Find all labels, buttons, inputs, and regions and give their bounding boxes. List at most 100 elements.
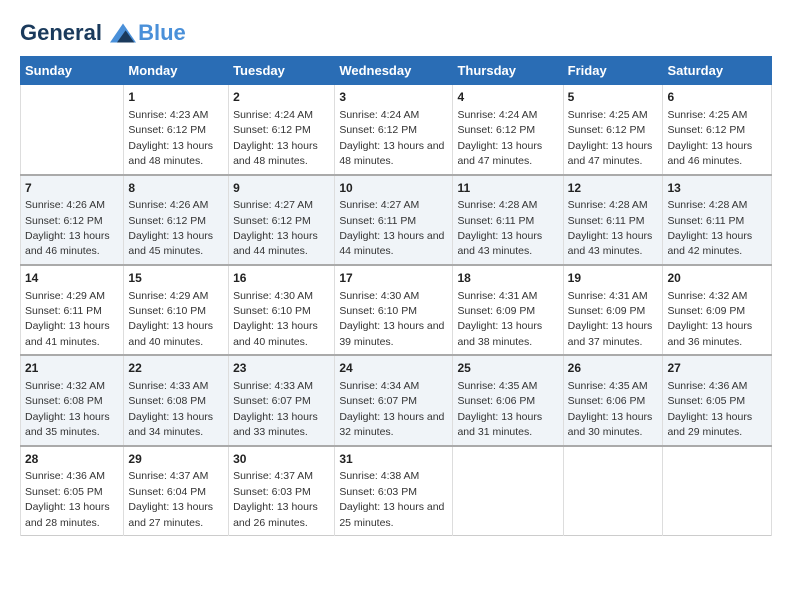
daylight-text: Daylight: 13 hours and 29 minutes. — [667, 411, 752, 438]
page-header: General Blue — [20, 20, 772, 46]
sunset-text: Sunset: 6:08 PM — [25, 395, 103, 407]
day-number: 9 — [233, 180, 330, 197]
sunset-text: Sunset: 6:10 PM — [339, 305, 417, 317]
daylight-text: Daylight: 13 hours and 46 minutes. — [667, 140, 752, 167]
calendar-cell: 16Sunrise: 4:30 AMSunset: 6:10 PMDayligh… — [229, 265, 335, 355]
day-number: 20 — [667, 270, 767, 287]
sunrise-text: Sunrise: 4:28 AM — [457, 199, 537, 211]
calendar-cell: 9Sunrise: 4:27 AMSunset: 6:12 PMDaylight… — [229, 175, 335, 265]
day-number: 14 — [25, 270, 119, 287]
sunrise-text: Sunrise: 4:35 AM — [457, 380, 537, 392]
day-number: 6 — [667, 89, 767, 106]
sunset-text: Sunset: 6:11 PM — [568, 215, 645, 227]
header-day: Monday — [124, 57, 229, 85]
sunset-text: Sunset: 6:12 PM — [667, 124, 745, 136]
sunset-text: Sunset: 6:11 PM — [25, 305, 102, 317]
daylight-text: Daylight: 13 hours and 44 minutes. — [339, 230, 444, 257]
header-day: Sunday — [21, 57, 124, 85]
sunset-text: Sunset: 6:06 PM — [568, 395, 646, 407]
logo-blue: Blue — [138, 20, 186, 46]
day-number: 17 — [339, 270, 448, 287]
day-number: 7 — [25, 180, 119, 197]
day-number: 10 — [339, 180, 448, 197]
day-number: 15 — [128, 270, 224, 287]
calendar-cell: 14Sunrise: 4:29 AMSunset: 6:11 PMDayligh… — [21, 265, 124, 355]
calendar-cell: 27Sunrise: 4:36 AMSunset: 6:05 PMDayligh… — [663, 355, 772, 445]
day-number: 25 — [457, 360, 558, 377]
logo: General Blue — [20, 20, 186, 46]
sunset-text: Sunset: 6:12 PM — [25, 215, 103, 227]
sunset-text: Sunset: 6:05 PM — [25, 486, 103, 498]
week-row: 7Sunrise: 4:26 AMSunset: 6:12 PMDaylight… — [21, 175, 772, 265]
sunset-text: Sunset: 6:03 PM — [233, 486, 311, 498]
week-row: 28 Sunrise: 4:36 AM Sunset: 6:05 PM Dayligh… — [21, 446, 772, 536]
calendar-cell — [563, 446, 663, 536]
day-number: 28 — [25, 451, 119, 468]
daylight-text: Daylight: 13 hours and 30 minutes. — [568, 411, 653, 438]
sunrise-text: Sunrise: 4:28 AM — [667, 199, 747, 211]
header-row: SundayMondayTuesdayWednesdayThursdayFrid… — [21, 57, 772, 85]
sunset-text: Sunset: 6:03 PM — [339, 486, 417, 498]
calendar-cell: 1Sunrise: 4:23 AMSunset: 6:12 PMDaylight… — [124, 85, 229, 175]
daylight-text: Daylight: 13 hours and 45 minutes. — [128, 230, 213, 257]
sunset-text: Sunset: 6:09 PM — [667, 305, 745, 317]
sunset-text: Sunset: 6:08 PM — [128, 395, 206, 407]
daylight-text: Daylight: 13 hours and 43 minutes. — [568, 230, 653, 257]
day-number: 30 — [233, 451, 330, 468]
day-number: 22 — [128, 360, 224, 377]
week-row: 1Sunrise: 4:23 AMSunset: 6:12 PMDaylight… — [21, 85, 772, 175]
calendar-cell: 21Sunrise: 4:32 AMSunset: 6:08 PMDayligh… — [21, 355, 124, 445]
sunrise-text: Sunrise: 4:30 AM — [233, 290, 313, 302]
sunrise-text: Sunrise: 4:29 AM — [128, 290, 208, 302]
daylight-text: Daylight: 13 hours and 40 minutes. — [128, 320, 213, 347]
sunrise-text: Sunrise: 4:24 AM — [457, 109, 537, 121]
calendar-cell: 23Sunrise: 4:33 AMSunset: 6:07 PMDayligh… — [229, 355, 335, 445]
calendar-cell: 29Sunrise: 4:37 AMSunset: 6:04 PMDayligh… — [124, 446, 229, 536]
calendar-cell: 8Sunrise: 4:26 AMSunset: 6:12 PMDaylight… — [124, 175, 229, 265]
daylight-text: Daylight: 13 hours and 40 minutes. — [233, 320, 318, 347]
day-number: 4 — [457, 89, 558, 106]
calendar-cell: 20Sunrise: 4:32 AMSunset: 6:09 PMDayligh… — [663, 265, 772, 355]
calendar-cell: 4Sunrise: 4:24 AMSunset: 6:12 PMDaylight… — [453, 85, 563, 175]
sunrise-text: Sunrise: 4:37 AM — [233, 470, 313, 482]
sunset-text: Sunset: 6:09 PM — [568, 305, 646, 317]
calendar-cell: 15 Sunrise: 4:29 AM Sunset: 6:10 PM Dayligh… — [124, 265, 229, 355]
calendar-cell: 24Sunrise: 4:34 AMSunset: 6:07 PMDayligh… — [335, 355, 453, 445]
calendar-cell: 5Sunrise: 4:25 AMSunset: 6:12 PMDaylight… — [563, 85, 663, 175]
calendar-table: SundayMondayTuesdayWednesdayThursdayFrid… — [20, 56, 772, 536]
sunset-text: Sunset: 6:05 PM — [667, 395, 745, 407]
calendar-cell: 12Sunrise: 4:28 AMSunset: 6:11 PMDayligh… — [563, 175, 663, 265]
daylight-text: Daylight: 13 hours and 47 minutes. — [568, 140, 653, 167]
daylight-text: Daylight: 13 hours and 28 minutes. — [25, 501, 110, 528]
calendar-cell — [453, 446, 563, 536]
calendar-cell: 25Sunrise: 4:35 AMSunset: 6:06 PMDayligh… — [453, 355, 563, 445]
sunset-text: Sunset: 6:04 PM — [128, 486, 206, 498]
sunset-text: Sunset: 6:11 PM — [667, 215, 744, 227]
daylight-text: Daylight: 13 hours and 27 minutes. — [128, 501, 213, 528]
day-number: 26 — [568, 360, 659, 377]
daylight-text: Daylight: 13 hours and 32 minutes. — [339, 411, 444, 438]
sunrise-text: Sunrise: 4:36 AM — [25, 470, 105, 482]
sunrise-text: Sunrise: 4:28 AM — [568, 199, 648, 211]
sunset-text: Sunset: 6:10 PM — [233, 305, 311, 317]
calendar-cell: 30Sunrise: 4:37 AMSunset: 6:03 PMDayligh… — [229, 446, 335, 536]
sunset-text: Sunset: 6:12 PM — [233, 124, 311, 136]
daylight-text: Daylight: 13 hours and 33 minutes. — [233, 411, 318, 438]
sunrise-text: Sunrise: 4:25 AM — [568, 109, 648, 121]
sunrise-text: Sunrise: 4:24 AM — [339, 109, 419, 121]
sunrise-text: Sunrise: 4:38 AM — [339, 470, 419, 482]
sunset-text: Sunset: 6:09 PM — [457, 305, 535, 317]
daylight-text: Daylight: 13 hours and 25 minutes. — [339, 501, 444, 528]
daylight-text: Daylight: 13 hours and 48 minutes. — [233, 140, 318, 167]
day-number: 24 — [339, 360, 448, 377]
day-number: 29 — [128, 451, 224, 468]
calendar-cell: 10Sunrise: 4:27 AMSunset: 6:11 PMDayligh… — [335, 175, 453, 265]
week-row: 21Sunrise: 4:32 AMSunset: 6:08 PMDayligh… — [21, 355, 772, 445]
day-number: 8 — [128, 180, 224, 197]
sunrise-text: Sunrise: 4:24 AM — [233, 109, 313, 121]
calendar-cell: 22Sunrise: 4:33 AMSunset: 6:08 PMDayligh… — [124, 355, 229, 445]
daylight-text: Daylight: 13 hours and 43 minutes. — [457, 230, 542, 257]
sunrise-text: Sunrise: 4:33 AM — [233, 380, 313, 392]
sunset-text: Sunset: 6:10 PM — [128, 305, 206, 317]
logo-text: General — [20, 21, 136, 45]
